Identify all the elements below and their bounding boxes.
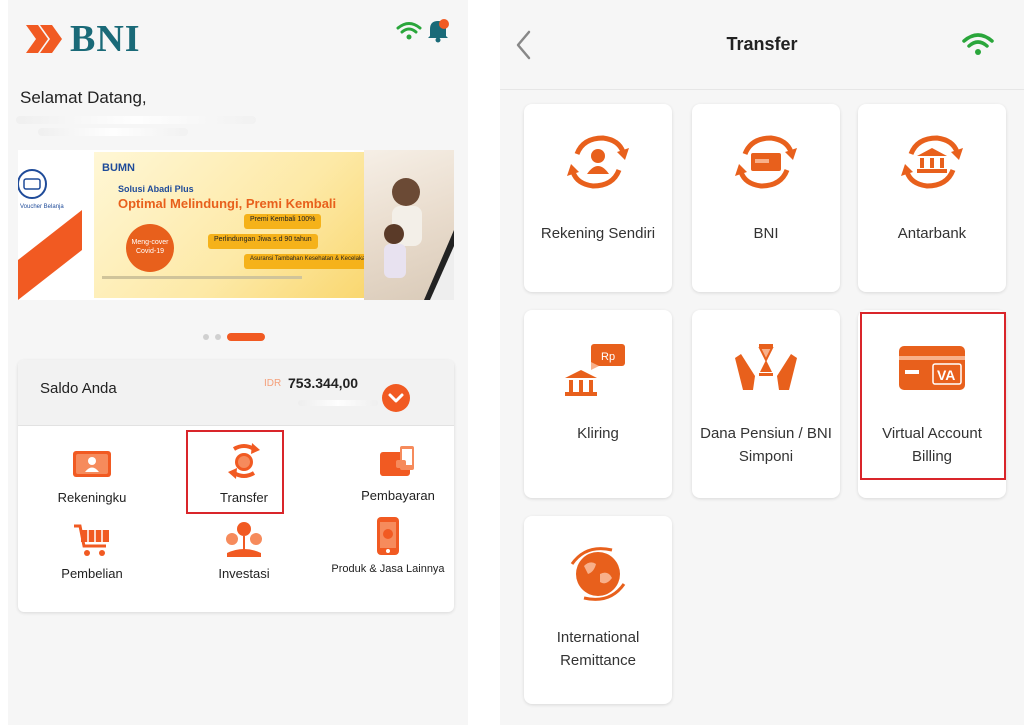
- menu-produk-jasa[interactable]: Produk & Jasa Lainnya: [328, 516, 448, 577]
- card-icon: [73, 451, 111, 477]
- clearing-icon: Rp: [565, 344, 625, 396]
- investment-icon: [226, 522, 262, 557]
- option-label-rekening-sendiri: Rekening Sendiri: [540, 225, 656, 242]
- carousel-dot-3-active[interactable]: [227, 333, 265, 341]
- menu-investasi[interactable]: Investasi: [184, 520, 304, 581]
- option-dana-pensiun[interactable]: Dana Pensiun / BNI Simponi: [692, 310, 840, 498]
- pension-icon: [735, 344, 797, 390]
- banner-fineprint: [102, 276, 302, 279]
- banner-pill-1: Premi Kembali 100%: [244, 214, 322, 229]
- banner-title: Optimal Melindungi, Premi Kembali: [118, 196, 337, 211]
- transfer-highlight-box: [186, 430, 284, 514]
- bni-card-icon: [735, 135, 797, 189]
- balance-label: Saldo Anda: [40, 380, 117, 397]
- bni-logo-icon: [26, 25, 62, 53]
- bni-logo: BNI: [26, 18, 141, 60]
- blurred-name-2: [38, 128, 188, 136]
- banner-prev-slide: Voucher Belanja: [18, 150, 82, 300]
- menu-pembayaran[interactable]: Pembayaran: [338, 442, 454, 503]
- option-bni[interactable]: BNI: [692, 104, 840, 292]
- banner-left-caption: Voucher Belanja: [20, 204, 64, 210]
- balance-currency: IDR: [264, 378, 282, 389]
- blurred-balance-line: [298, 400, 378, 406]
- banner-subtitle: Solusi Abadi Plus: [118, 184, 194, 194]
- option-antarbank[interactable]: Antarbank: [858, 104, 1006, 292]
- brand-name: BNI: [70, 18, 141, 60]
- option-international-remittance[interactable]: International Remittance: [524, 516, 672, 704]
- transfer-header: Transfer: [500, 0, 1024, 90]
- banner-photo: [364, 150, 454, 300]
- status-icons: [396, 18, 450, 44]
- banner-badge: Meng-cover Covid-19: [126, 224, 174, 272]
- own-account-icon: [567, 135, 629, 189]
- phone-icon: [377, 517, 399, 555]
- option-label-antarbank: Antarbank: [897, 225, 967, 242]
- home-screen: BNI Selamat Datang, Voucher Belanja BUMN: [8, 0, 468, 725]
- wallet-icon: [380, 446, 414, 476]
- menu-rekeningku[interactable]: Rekeningku: [32, 444, 152, 505]
- banner-main-slide: BUMN Solusi Abadi Plus Optimal Melindung…: [94, 152, 378, 298]
- globe-icon: [570, 547, 626, 601]
- page-title: Transfer: [726, 34, 798, 54]
- menu-label-pembelian: Pembelian: [61, 566, 123, 581]
- banner-pill-3: Asuransi Tambahan Kesehatan & Kecelakaan: [244, 254, 378, 269]
- menu-label-produk-jasa: Produk & Jasa Lainnya: [331, 563, 445, 575]
- balance-expand-button[interactable]: [382, 384, 410, 412]
- notification-bell-icon[interactable]: [426, 18, 450, 44]
- balance-value: 753.344,00: [288, 375, 359, 391]
- carousel-indicator[interactable]: [203, 333, 265, 341]
- welcome-text: Selamat Datang,: [20, 88, 147, 107]
- option-label-kliring: Kliring: [577, 425, 619, 442]
- cart-icon: [74, 524, 109, 556]
- blurred-name: [16, 116, 256, 124]
- menu-label-rekeningku: Rekeningku: [57, 490, 127, 505]
- chevron-down-icon: [388, 393, 404, 403]
- virtual-account-highlight-box: [860, 312, 1006, 480]
- wifi-icon: [962, 33, 994, 55]
- option-label-bni: BNI: [753, 225, 779, 242]
- bank-icon: [901, 135, 963, 189]
- carousel-dot-2[interactable]: [215, 334, 221, 340]
- banner-brand: BUMN: [102, 162, 135, 174]
- menu-pembelian[interactable]: Pembelian: [32, 520, 152, 581]
- option-rekening-sendiri[interactable]: Rekening Sendiri: [524, 104, 672, 292]
- menu-label-pembayaran: Pembayaran: [361, 488, 435, 503]
- option-label-international-remittance: International Remittance: [556, 629, 640, 669]
- option-kliring[interactable]: Rp Kliring: [524, 310, 672, 498]
- wifi-icon: [396, 22, 422, 40]
- rp-text: Rp: [601, 351, 615, 363]
- balance-bar: Saldo Anda IDR 753.344,00: [18, 360, 454, 426]
- option-label-dana-pensiun: Dana Pensiun / BNI Simponi: [700, 425, 832, 465]
- carousel-dot-1[interactable]: [203, 334, 209, 340]
- promo-banner[interactable]: Voucher Belanja BUMN Solusi Abadi Plus O…: [18, 150, 454, 300]
- menu-label-investasi: Investasi: [218, 566, 270, 581]
- banner-pill-2: Perlindungan Jiwa s.d 90 tahun: [208, 234, 318, 249]
